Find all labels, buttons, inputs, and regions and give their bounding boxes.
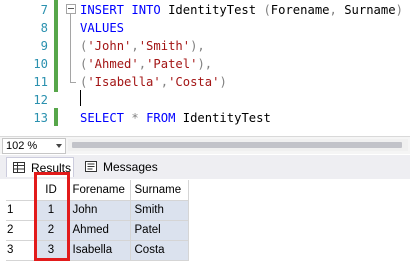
row-number[interactable]: 1 [6,200,35,221]
line-number-gutter: 7 8 9 10 11 12 13 [0,0,48,128]
row-number[interactable]: 3 [6,240,35,261]
table-row[interactable]: 1 1 John Smith [6,200,189,221]
text-cursor [80,90,81,106]
cell-id[interactable]: 2 [34,220,69,241]
editor-status-bar: 102 % [0,136,410,154]
cell-id[interactable]: 3 [34,240,69,261]
sql-keyword: FROM [146,111,183,125]
cell-forename[interactable]: Isabella [68,240,131,261]
scrollbar-thumb[interactable] [72,142,402,148]
sql-keyword: INSERT INTO [80,3,169,17]
code-line[interactable]: INSERT INTO IdentityTest (Forename, Surn… [80,1,403,19]
code-line[interactable]: ('Ahmed','Patel'), [80,55,212,73]
sql-token: , [131,39,139,53]
results-grid-pane: ID Forename Surname 1 1 John Smith 2 2 A… [0,179,410,268]
line-number: 10 [33,57,48,71]
line-number: 13 [33,111,48,125]
results-tab-strip: Results Messages [0,155,410,179]
cell-forename[interactable]: John [68,200,131,221]
sql-token: ), [197,57,213,71]
sql-string: 'John' [87,39,132,53]
zoom-value: 102 % [6,140,38,152]
code-line[interactable]: ('Isabella','Costa') [80,73,227,91]
outline-line [70,14,71,82]
line-number: 12 [33,93,48,107]
line-number: 9 [40,39,48,53]
tab-messages[interactable]: Messages [79,157,159,177]
results-grid[interactable]: ID Forename Surname 1 1 John Smith 2 2 A… [6,180,189,261]
sql-string: 'Patel' [146,57,198,71]
change-tracking-bar [54,108,58,126]
sql-token: , [138,57,147,71]
sql-string: 'Isabella' [87,75,161,89]
cell-surname[interactable]: Smith [130,200,189,221]
sql-token: Surname [344,3,396,17]
column-header-forename[interactable]: Forename [68,180,131,201]
table-row[interactable]: 3 3 Isabella Costa [6,240,189,261]
sql-keyword: VALUES [80,21,125,35]
code-line[interactable]: ('John','Smith'), [80,37,205,55]
line-number: 8 [40,21,48,35]
sql-token: , [329,3,345,17]
messages-icon [85,161,97,172]
grid-header-row: ID Forename Surname [6,180,189,201]
row-number-header[interactable] [6,180,35,201]
column-header-id[interactable]: ID [34,180,69,201]
tab-results[interactable]: Results [6,157,74,177]
sql-token: IdentityTest [168,3,264,17]
sql-keyword: SELECT [80,111,132,125]
sql-token: Forename [270,3,330,17]
sql-editor[interactable]: 7 8 9 10 11 12 13 INSERT INTO IdentityTest (Fo… [0,0,410,128]
line-number: 7 [40,3,48,17]
row-number[interactable]: 2 [6,220,35,241]
code-line[interactable]: VALUES [80,19,124,37]
zoom-dropdown[interactable]: 102 % [2,138,66,154]
code-line[interactable]: SELECT * FROM IdentityTest [80,109,271,127]
cell-surname[interactable]: Patel [130,220,189,241]
sql-string: 'Smith' [138,39,191,53]
chevron-down-icon [56,144,62,148]
sql-string: 'Costa' [168,75,220,89]
grid-icon [13,162,25,173]
outline-end [70,82,76,83]
sql-token: * [131,111,147,125]
cell-surname[interactable]: Costa [130,240,189,261]
table-row[interactable]: 2 2 Ahmed Patel [6,220,189,241]
collapse-toggle-icon[interactable] [66,4,76,14]
sql-string: 'Ahmed' [87,57,139,71]
tab-messages-label: Messages [103,160,158,174]
sql-token: , [160,75,169,89]
sql-token: ) [219,75,227,89]
line-number: 11 [33,75,48,89]
cell-forename[interactable]: Ahmed [68,220,131,241]
sql-token: ( [263,3,271,17]
column-header-surname[interactable]: Surname [130,180,189,201]
sql-token: ) [395,3,403,17]
cell-id[interactable]: 1 [34,200,69,221]
change-tracking-bar [54,0,58,92]
sql-token: ), [190,39,205,53]
sql-token: IdentityTest [182,111,271,125]
horizontal-scrollbar[interactable] [68,139,408,151]
tab-results-label: Results [31,161,72,175]
